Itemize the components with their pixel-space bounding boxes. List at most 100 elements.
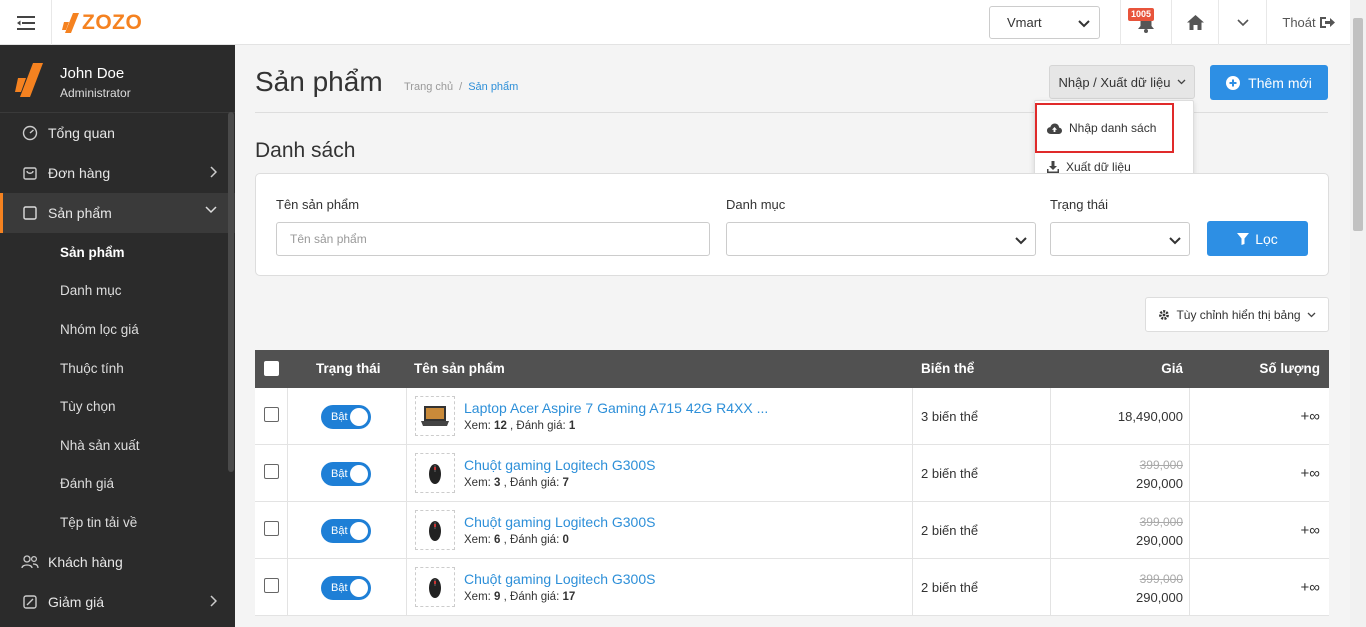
- table-row[interactable]: Bật Laptop Acer Aspire 7 Gaming A715 42G…: [255, 388, 1329, 445]
- select-all-checkbox[interactable]: [264, 361, 279, 376]
- customize-table-button[interactable]: Tùy chỉnh hiển thị bảng: [1145, 297, 1329, 332]
- status-toggle[interactable]: Bật: [321, 462, 371, 486]
- customize-table-label: Tùy chỉnh hiển thị bảng: [1176, 307, 1301, 322]
- sidebar-subitem-downloads[interactable]: Tệp tin tải về: [0, 503, 235, 542]
- header-quantity[interactable]: Số lượng: [1259, 361, 1320, 376]
- status-toggle[interactable]: Bật: [321, 576, 371, 600]
- status-label: Trạng thái: [1050, 197, 1109, 212]
- row-checkbox[interactable]: [264, 578, 279, 593]
- chevron-down-icon: [1177, 79, 1185, 85]
- import-export-button[interactable]: Nhập / Xuất dữ liệu: [1049, 65, 1195, 99]
- sidebar-subitem-attributes[interactable]: Thuộc tính: [0, 349, 235, 388]
- old-price: 399,000: [1139, 515, 1183, 529]
- header-product-name[interactable]: Tên sản phẩm: [414, 361, 505, 376]
- store-select[interactable]: Vmart: [989, 6, 1100, 39]
- brand-logo[interactable]: ZOZO: [62, 11, 142, 35]
- row-checkbox[interactable]: [264, 464, 279, 479]
- orders-icon: [20, 164, 40, 182]
- notification-button[interactable]: 1005: [1120, 0, 1171, 45]
- filter-button-label: Lọc: [1255, 230, 1278, 247]
- top-header: ZOZO Vmart 1005 Thoát: [0, 0, 1366, 45]
- customers-icon: [20, 553, 40, 571]
- hamburger-icon: [16, 15, 35, 30]
- chevron-down-icon: [1078, 20, 1090, 28]
- sidebar-item-label: Sản phẩm: [48, 205, 112, 221]
- page-scrollbar[interactable]: [1350, 0, 1366, 627]
- products-icon: [20, 204, 40, 222]
- page-scrollbar-thumb[interactable]: [1353, 18, 1363, 231]
- user-profile[interactable]: John Doe Administrator: [0, 45, 235, 113]
- filter-button[interactable]: Lọc: [1207, 221, 1308, 256]
- status-toggle[interactable]: Bật: [321, 405, 371, 429]
- product-name-link[interactable]: Laptop Acer Aspire 7 Gaming A715 42G R4X…: [464, 400, 768, 416]
- variant-count: 2 biến thể: [921, 580, 979, 595]
- sidebar-scrollbar[interactable]: [228, 112, 234, 472]
- sidebar-subitem-manufacturers[interactable]: Nhà sản xuất: [0, 426, 235, 465]
- laptop-image: [421, 406, 449, 426]
- quantity: +∞: [1300, 579, 1320, 596]
- product-thumbnail[interactable]: [415, 567, 455, 607]
- sidebar-item-products[interactable]: Sản phẩm: [0, 193, 235, 233]
- sidebar-subitem-options[interactable]: Tùy chọn: [0, 387, 235, 426]
- product-name-link[interactable]: Chuột gaming Logitech G300S: [464, 514, 655, 530]
- price: 290,000: [1136, 476, 1183, 491]
- category-select[interactable]: [726, 222, 1036, 256]
- variant-count: 2 biến thể: [921, 466, 979, 481]
- chevron-down-icon: [205, 206, 217, 214]
- sidebar-subitem-reviews[interactable]: Đánh giá: [0, 465, 235, 504]
- logo-text: ZOZO: [82, 11, 143, 34]
- header-variants[interactable]: Biến thể: [921, 361, 974, 376]
- table-row[interactable]: Bật Chuột gaming Logitech G300S Xem: 3 ,…: [255, 445, 1329, 502]
- user-name: John Doe: [60, 65, 125, 82]
- old-price: 399,000: [1139, 458, 1183, 472]
- menu-toggle-button[interactable]: [0, 0, 52, 45]
- product-name-input[interactable]: Tên sản phẩm: [276, 222, 710, 256]
- product-stats: Xem: 12 , Đánh giá: 1: [464, 420, 576, 432]
- product-thumbnail[interactable]: [415, 510, 455, 550]
- chevron-down-icon: [1015, 237, 1027, 245]
- breadcrumb-home[interactable]: Trang chủ: [404, 81, 453, 93]
- old-price: 399,000: [1139, 572, 1183, 586]
- sidebar-subitem-price-filter-groups[interactable]: Nhóm lọc giá: [0, 310, 235, 349]
- sidebar-item-label: Giảm giá: [48, 593, 105, 610]
- product-stats: Xem: 6 , Đánh giá: 0: [464, 534, 569, 546]
- user-dropdown-button[interactable]: [1218, 0, 1266, 45]
- sidebar-subitem-products[interactable]: Sản phẩm: [0, 233, 235, 272]
- sidebar-item-overview[interactable]: Tổng quan: [0, 113, 235, 153]
- toggle-label: Bật: [331, 468, 348, 480]
- sidebar-item-customers[interactable]: Khách hàng: [0, 542, 235, 582]
- sidebar-item-label: Đơn hàng: [48, 165, 111, 181]
- product-name-link[interactable]: Chuột gaming Logitech G300S: [464, 457, 655, 473]
- table-row[interactable]: Bật Chuột gaming Logitech G300S Xem: 9 ,…: [255, 559, 1329, 616]
- status-select[interactable]: [1050, 222, 1190, 256]
- sidebar: John Doe Administrator Tổng quan Đơn hàn…: [0, 45, 235, 627]
- products-table: Trạng thái Tên sản phẩm Biến thể Giá Số …: [255, 350, 1329, 616]
- status-toggle[interactable]: Bật: [321, 519, 371, 543]
- sidebar-item-discounts[interactable]: Giảm giá: [0, 582, 235, 622]
- toggle-label: Bật: [331, 525, 348, 537]
- header-status[interactable]: Trạng thái: [316, 361, 381, 376]
- home-button[interactable]: [1171, 0, 1218, 45]
- export-data-label: Xuất dữ liệu: [1066, 160, 1131, 174]
- table-row[interactable]: Bật Chuột gaming Logitech G300S Xem: 6 ,…: [255, 502, 1329, 559]
- price: 290,000: [1136, 533, 1183, 548]
- logout-button[interactable]: Thoát: [1266, 0, 1350, 45]
- product-stats: Xem: 9 , Đánh giá: 17: [464, 591, 576, 603]
- row-checkbox[interactable]: [264, 407, 279, 422]
- row-checkbox[interactable]: [264, 521, 279, 536]
- header-price[interactable]: Giá: [1161, 361, 1183, 376]
- chevron-down-icon: [1236, 18, 1249, 26]
- download-icon: [1047, 161, 1059, 173]
- sidebar-item-orders[interactable]: Đơn hàng: [0, 153, 235, 193]
- product-thumbnail[interactable]: [415, 453, 455, 493]
- product-thumbnail[interactable]: [415, 396, 455, 436]
- breadcrumb-current[interactable]: Sản phẩm: [468, 81, 518, 93]
- quantity: +∞: [1300, 522, 1320, 539]
- product-name-link[interactable]: Chuột gaming Logitech G300S: [464, 571, 655, 587]
- add-new-button[interactable]: Thêm mới: [1210, 65, 1328, 100]
- sidebar-subitem-categories[interactable]: Danh mục: [0, 272, 235, 311]
- user-role: Administrator: [60, 86, 131, 100]
- breadcrumb: Trang chủ / Sản phẩm: [404, 81, 518, 93]
- filter-panel: Tên sản phẩm Tên sản phẩm Danh mục Trạng…: [255, 173, 1329, 276]
- toggle-label: Bật: [331, 582, 348, 594]
